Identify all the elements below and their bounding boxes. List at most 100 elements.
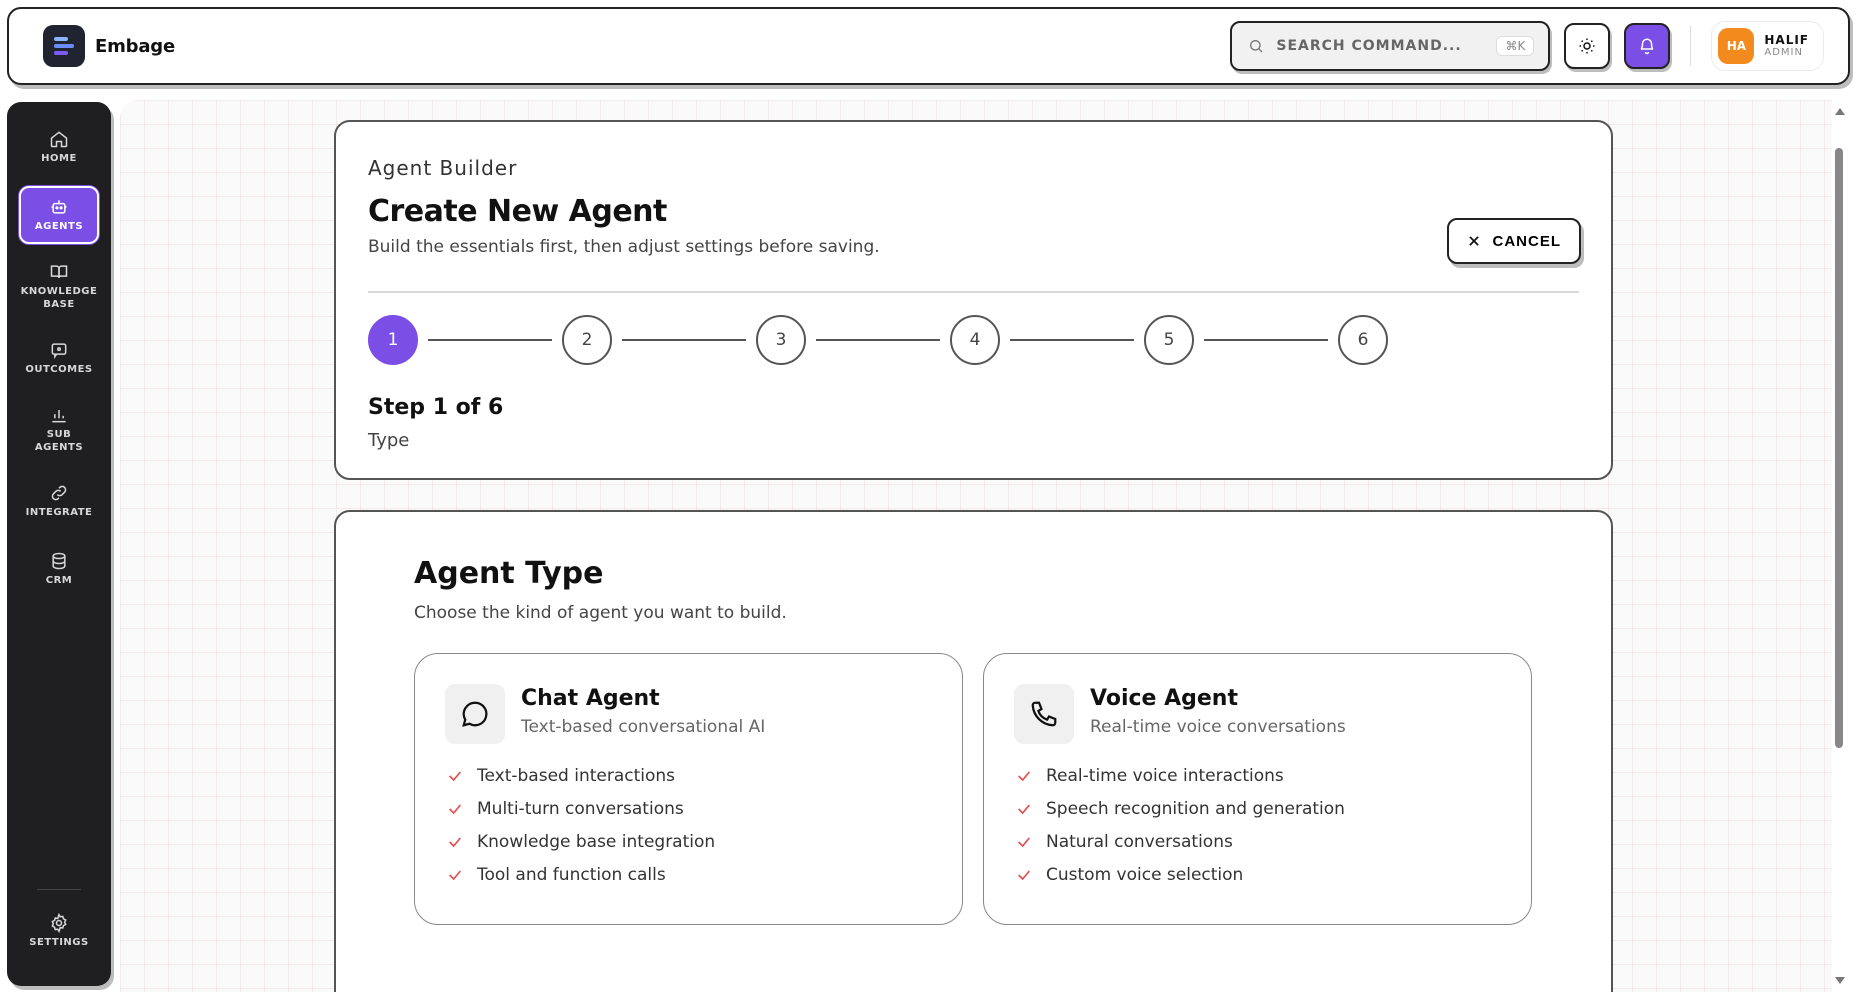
- check-icon: [1018, 804, 1030, 815]
- chat-icon: [445, 684, 505, 744]
- list-item: Custom voice selection: [1014, 865, 1501, 885]
- step-connector: [428, 339, 552, 341]
- scroll-up-arrow[interactable]: [1835, 108, 1845, 115]
- theme-toggle-button[interactable]: [1564, 23, 1611, 69]
- card-header: Chat Agent Text-based conversational AI: [445, 684, 932, 744]
- link-icon: [51, 485, 67, 501]
- check-icon: [1018, 837, 1030, 848]
- close-icon: [1468, 236, 1479, 246]
- cancel-button[interactable]: CANCEL: [1446, 218, 1581, 264]
- sidebar-divider: [37, 889, 81, 890]
- user-menu[interactable]: HA HALIF ADMIN: [1711, 21, 1824, 71]
- brand-logo-icon: [43, 25, 85, 67]
- avatar: HA: [1718, 28, 1755, 64]
- list-item: Speech recognition and generation: [1014, 799, 1501, 819]
- sidebar-item-label: KNOWLEDGE BASE: [20, 286, 98, 310]
- card-text: Chat Agent Text-based conversational AI: [521, 684, 765, 744]
- sidebar-item-knowledge-base[interactable]: KNOWLEDGE BASE: [19, 254, 99, 319]
- sidebar-item-label: SUB AGENTS: [34, 429, 84, 453]
- user-info: HALIF ADMIN: [1764, 32, 1809, 58]
- sidebar-item-label: AGENTS: [34, 220, 84, 232]
- sidebar-item-home[interactable]: HOME: [19, 118, 99, 176]
- user-name: HALIF: [1764, 32, 1809, 47]
- list-item: Tool and function calls: [445, 865, 932, 885]
- notifications-button[interactable]: [1624, 23, 1671, 69]
- bell-icon: [1640, 38, 1654, 55]
- sidebar-item-agents[interactable]: AGENTS: [19, 186, 99, 244]
- search-box[interactable]: ⌘K: [1230, 21, 1551, 71]
- page-title: Create New Agent: [368, 194, 667, 229]
- card-title: Chat Agent: [521, 686, 660, 711]
- search-shortcut-hint: ⌘K: [1496, 36, 1535, 56]
- step-connector: [1010, 339, 1134, 341]
- card-text: Voice Agent Real-time voice conversation…: [1090, 684, 1346, 744]
- chat-agent-card[interactable]: Chat Agent Text-based conversational AI …: [414, 653, 963, 925]
- feature-text: Tool and function calls: [477, 865, 666, 885]
- card-subtitle: Real-time voice conversations: [1090, 717, 1346, 737]
- sidebar-item-label: OUTCOMES: [25, 363, 93, 375]
- database-icon: [52, 552, 66, 570]
- section-subtitle: Choose the kind of agent you want to bui…: [414, 603, 787, 623]
- bar-chart-icon: [52, 410, 66, 423]
- sidebar-item-label: CRM: [45, 574, 73, 586]
- sidebar-item-label: HOME: [41, 152, 77, 164]
- step-4[interactable]: 4: [950, 315, 1000, 365]
- scroll-down-arrow[interactable]: [1835, 977, 1845, 984]
- step-3[interactable]: 3: [756, 315, 806, 365]
- voice-agent-card[interactable]: Voice Agent Real-time voice conversation…: [983, 653, 1532, 925]
- header-actions: ⌘K HA HALIF ADMIN: [1230, 21, 1824, 71]
- step-2[interactable]: 2: [562, 315, 612, 365]
- stepper: 1 2 3 4 5 6: [368, 315, 1579, 365]
- book-icon: [50, 265, 68, 278]
- brand[interactable]: Embage: [43, 25, 175, 67]
- check-icon: [449, 771, 461, 782]
- step-1[interactable]: 1: [368, 315, 418, 365]
- step-title: Step 1 of 6: [368, 395, 504, 420]
- step-6[interactable]: 6: [1338, 315, 1388, 365]
- sidebar-item-integrate[interactable]: INTEGRATE: [19, 472, 99, 530]
- check-icon: [449, 870, 461, 881]
- agent-type-section: Agent Type Choose the kind of agent you …: [334, 510, 1613, 992]
- sidebar-item-settings[interactable]: SETTINGS: [19, 902, 99, 960]
- sidebar-item-crm[interactable]: CRM: [19, 540, 99, 598]
- list-item: Multi-turn conversations: [445, 799, 932, 819]
- vertical-scrollbar[interactable]: [1833, 100, 1845, 992]
- section-title: Agent Type: [414, 556, 604, 591]
- check-icon: [449, 837, 461, 848]
- feature-text: Custom voice selection: [1046, 865, 1244, 885]
- header-divider-line: [368, 291, 1579, 293]
- feature-text: Knowledge base integration: [477, 832, 716, 852]
- robot-icon: [51, 200, 67, 214]
- step-name: Type: [368, 430, 410, 451]
- feature-text: Natural conversations: [1046, 832, 1233, 852]
- search-input[interactable]: [1274, 37, 1487, 55]
- phone-icon: [1014, 684, 1074, 744]
- check-icon: [449, 804, 461, 815]
- scrollbar-thumb[interactable]: [1835, 148, 1843, 748]
- breadcrumb: Agent Builder: [368, 156, 518, 180]
- gear-icon: [51, 912, 67, 933]
- chat-bubble-icon: [51, 343, 67, 359]
- sun-icon: [1579, 38, 1595, 54]
- cancel-label: CANCEL: [1492, 232, 1561, 250]
- home-icon: [50, 131, 68, 147]
- header-divider: [1690, 26, 1692, 66]
- step-connector: [622, 339, 746, 341]
- feature-text: Multi-turn conversations: [477, 799, 684, 819]
- list-item: Text-based interactions: [445, 766, 932, 786]
- sidebar-item-label: SETTINGS: [29, 936, 89, 948]
- agent-type-cards: Chat Agent Text-based conversational AI …: [414, 653, 1533, 925]
- sidebar-item-outcomes[interactable]: OUTCOMES: [19, 329, 99, 387]
- step-5[interactable]: 5: [1144, 315, 1194, 365]
- list-item: Real-time voice interactions: [1014, 766, 1501, 786]
- sidebar: HOME AGENTS KNOWLEDGE BASE OUTCOMES SUB …: [7, 102, 111, 986]
- card-subtitle: Text-based conversational AI: [521, 717, 766, 737]
- list-item: Natural conversations: [1014, 832, 1501, 852]
- top-bar: Embage ⌘K HA: [7, 7, 1850, 85]
- card-header: Voice Agent Real-time voice conversation…: [1014, 684, 1501, 744]
- brand-name: Embage: [95, 35, 175, 57]
- sidebar-item-sub-agents[interactable]: SUB AGENTS: [19, 397, 99, 462]
- feature-text: Real-time voice interactions: [1046, 766, 1284, 786]
- feature-text: Speech recognition and generation: [1046, 799, 1345, 819]
